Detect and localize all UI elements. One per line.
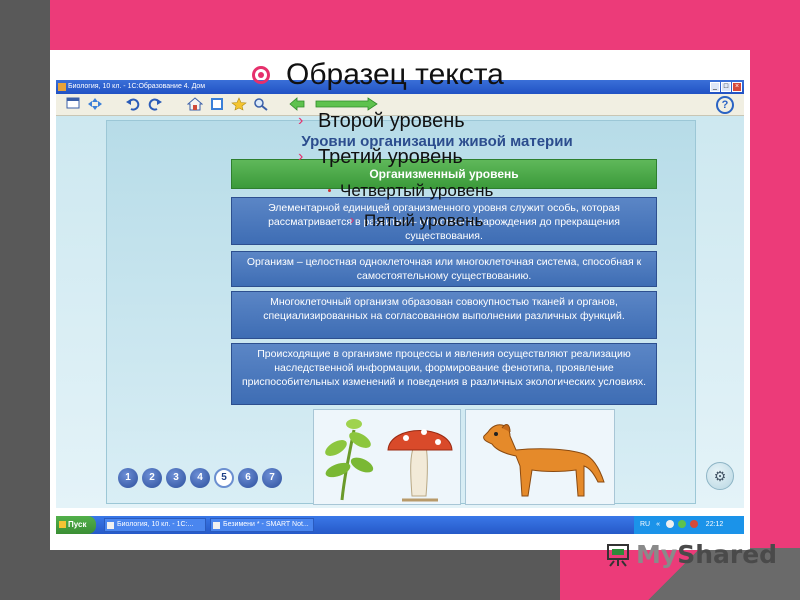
page-3-button[interactable]: 3 — [166, 468, 186, 488]
start-button[interactable]: Пуск — [56, 516, 96, 534]
app-icon — [58, 83, 66, 91]
taskbar-item-label: Биология, 10 кл. - 1С:... — [117, 521, 194, 528]
chevron-right-icon: › — [298, 112, 304, 129]
page-7-button[interactable]: 7 — [262, 468, 282, 488]
app-icon — [107, 522, 114, 529]
bullet-icon — [252, 66, 270, 84]
crosshair-icon[interactable] — [86, 97, 103, 113]
undo-icon[interactable] — [124, 97, 141, 113]
help-button[interactable]: ? — [716, 96, 734, 114]
page-navigation: 1 2 3 4 5 6 7 — [118, 468, 282, 488]
logo-icon — [606, 541, 632, 567]
bullet-icon — [328, 189, 331, 192]
slide-level-5: Пятый уровень — [364, 211, 484, 230]
back-arrow-icon[interactable] — [288, 97, 305, 113]
page-4-button[interactable]: 4 — [190, 468, 210, 488]
windows-taskbar: Пуск Биология, 10 кл. - 1С:... Безимени … — [56, 516, 744, 534]
home-icon[interactable] — [186, 97, 203, 113]
window-icon[interactable] — [64, 97, 81, 113]
structure-icon[interactable]: ⚙ — [706, 462, 734, 490]
notebook-icon — [213, 522, 220, 529]
slide-level-2: Второй уровень — [318, 110, 465, 132]
taskbar-item-label: Безимени * - SMART Not... — [223, 521, 309, 528]
star-icon[interactable] — [230, 97, 247, 113]
dog-image — [465, 409, 615, 505]
taskbar-item-biology[interactable]: Биология, 10 кл. - 1С:... — [104, 518, 206, 532]
system-tray: RU « 22:12 — [634, 516, 744, 534]
slide-dark-bottom-band — [0, 548, 560, 600]
logo-text: MyShared — [636, 540, 777, 569]
page-2-button[interactable]: 2 — [142, 468, 162, 488]
page-6-button[interactable]: 6 — [238, 468, 258, 488]
plant-mushroom-image — [313, 409, 461, 505]
myshared-logo: MyShared — [606, 536, 777, 572]
slide-dark-left-band — [0, 0, 50, 600]
chevron-right-icon: › — [298, 148, 304, 165]
logo-text-my: My — [636, 539, 678, 569]
slide-level-4: Четвертый уровень — [340, 181, 494, 200]
window-title: Биология, 10 кл. - 1С:Образование 4. Дом — [68, 83, 206, 90]
close-button[interactable]: × — [732, 82, 742, 92]
tray-icon[interactable] — [677, 520, 686, 529]
page-5-button[interactable]: 5 — [214, 468, 234, 488]
lesson-panel: Уровни организации живой материи Организ… — [106, 120, 696, 505]
minimize-button[interactable]: _ — [710, 82, 720, 92]
taskbar-item-smart-notebook[interactable]: Безимени * - SMART Not... — [210, 518, 314, 532]
info-box-4: Происходящие в организме процессы и явле… — [231, 343, 657, 405]
info-box-3: Многоклеточный организм образован совоку… — [231, 291, 657, 339]
tray-icon[interactable] — [689, 520, 698, 529]
page-1-button[interactable]: 1 — [118, 468, 138, 488]
redo-icon[interactable] — [146, 97, 163, 113]
lesson-content: Уровни организации живой материи Организ… — [56, 116, 744, 508]
maximize-button[interactable]: □ — [721, 82, 731, 92]
info-box-2: Организм – целостная одноклеточная или м… — [231, 251, 657, 287]
book-icon[interactable] — [208, 97, 225, 113]
language-indicator[interactable]: RU — [640, 521, 650, 528]
slide-level-3: Третий уровень — [318, 146, 463, 168]
slide-title: Образец текста — [286, 58, 504, 91]
logo-text-shared: Shared — [677, 539, 778, 569]
window-controls: _ □ × — [710, 82, 742, 92]
tray-icon[interactable] — [665, 520, 674, 529]
clock: 22:12 — [705, 521, 724, 528]
search-icon[interactable] — [252, 97, 269, 113]
chevron-right-icon: › — [350, 212, 355, 227]
tray-expand-button[interactable]: « — [656, 521, 660, 528]
